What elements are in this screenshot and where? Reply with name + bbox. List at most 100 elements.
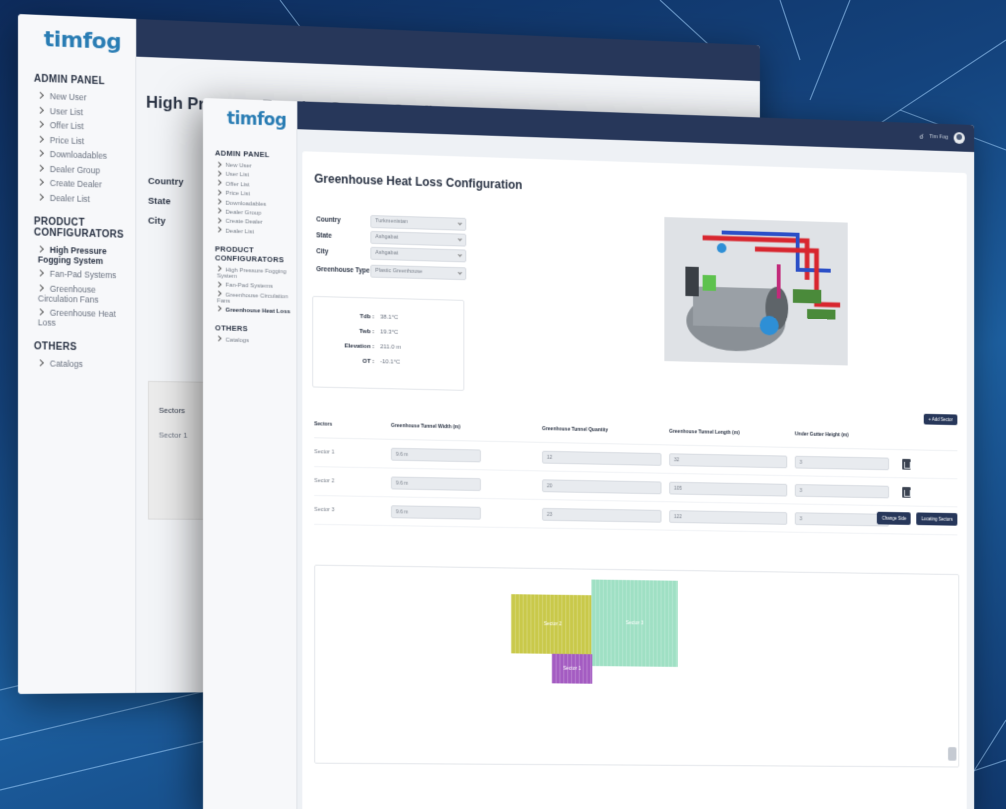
back-nav-heat-loss[interactable]: Greenhouse Heat Loss bbox=[36, 307, 126, 329]
city-select[interactable]: Ashgabat bbox=[370, 246, 467, 263]
nav-new-user[interactable]: New User bbox=[216, 161, 290, 170]
back-admin-panel-title: ADMIN PANEL bbox=[33, 73, 105, 88]
greenhouse-type-label: Greenhouse Type bbox=[316, 265, 370, 275]
sector-1-block[interactable]: Sector 1 bbox=[551, 653, 593, 684]
avatar[interactable] bbox=[953, 132, 965, 145]
chevron-right-icon bbox=[216, 336, 222, 342]
nav-catalogs[interactable]: Catalogs bbox=[216, 336, 290, 345]
tunnel-width-select[interactable]: 9.6 m bbox=[390, 504, 481, 520]
gutter-height-input[interactable]: 3 bbox=[794, 455, 890, 470]
tunnel-quantity-input[interactable]: 12 bbox=[542, 450, 662, 466]
nav-heat-loss[interactable]: Greenhouse Heat Loss bbox=[216, 306, 290, 315]
col-gutter-height: Under Gutter Height (m) bbox=[794, 430, 849, 438]
chevron-right-icon bbox=[36, 308, 44, 316]
tunnel-width-select[interactable]: 9.6 m bbox=[390, 447, 481, 462]
nav-label: Dealer Group bbox=[49, 163, 101, 175]
block-label: Sector 3 bbox=[625, 620, 644, 627]
chevron-right-icon bbox=[36, 149, 44, 157]
tunnel-quantity-input[interactable]: 20 bbox=[542, 478, 662, 494]
state-select[interactable]: Ashgabat bbox=[370, 230, 467, 247]
nav-dealer-list[interactable]: Dealer List bbox=[216, 226, 290, 236]
page-title: Greenhouse Heat Loss Configuration bbox=[314, 171, 523, 193]
topbar-user-area: ☌ Tim Fog bbox=[919, 131, 965, 145]
back-nav-circulation-fans[interactable]: Greenhouse Circulation Fans bbox=[36, 283, 126, 305]
chevron-right-icon bbox=[216, 161, 222, 167]
back-nav-dealer-list[interactable]: Dealer List bbox=[36, 192, 126, 204]
greenhouse-type-value: Plastic Greenhouse bbox=[375, 267, 423, 276]
back-nav-fan-pad[interactable]: Fan-Pad Systems bbox=[36, 268, 126, 280]
boiler-system-image bbox=[664, 217, 848, 366]
front-brand-logo: timfog bbox=[226, 108, 287, 131]
nav-user-list[interactable]: User List bbox=[216, 170, 290, 180]
chevron-right-icon bbox=[36, 106, 44, 114]
delete-row-trash-icon[interactable] bbox=[902, 486, 911, 498]
nav-create-dealer[interactable]: Create Dealer bbox=[216, 217, 290, 227]
country-row: Country Turkmenistan bbox=[316, 213, 467, 231]
back-nav-user-list[interactable]: User List bbox=[36, 105, 126, 118]
nav-downloadables[interactable]: Downloadables bbox=[216, 198, 290, 208]
greenhouse-type-select[interactable]: Plastic Greenhouse bbox=[370, 264, 467, 281]
country-select[interactable]: Turkmenistan bbox=[370, 215, 467, 231]
chevron-down-icon bbox=[457, 221, 463, 226]
back-nav-high-pressure[interactable]: High Pressure Fogging System bbox=[36, 244, 126, 266]
nav-high-pressure[interactable]: High Pressure Fogging System bbox=[216, 265, 290, 281]
sector-name: Sector 1 bbox=[314, 449, 335, 456]
tunnel-quantity-input[interactable]: 23 bbox=[542, 507, 662, 523]
back-product-configurators-title: PRODUCT CONFIGURATORS bbox=[33, 215, 124, 241]
elevation-row: Elevation : 211.0 m bbox=[313, 343, 463, 353]
change-side-button[interactable]: Change Side bbox=[877, 511, 912, 525]
back-nav-downloadables[interactable]: Downloadables bbox=[36, 149, 126, 162]
chevron-right-icon bbox=[216, 265, 222, 271]
user-menu-name[interactable]: Tim Fog bbox=[929, 134, 948, 140]
state-label: State bbox=[316, 231, 332, 240]
chevron-right-icon bbox=[216, 290, 222, 296]
back-nav-offer-list[interactable]: Offer List bbox=[36, 120, 126, 133]
tunnel-width-select[interactable]: 9.6 m bbox=[390, 476, 481, 491]
tunnel-length-input[interactable]: 105 bbox=[669, 481, 788, 497]
nav-label: Price List bbox=[225, 190, 250, 198]
back-nav-create-dealer[interactable]: Create Dealer bbox=[36, 178, 126, 191]
back-state-label: State bbox=[147, 195, 171, 208]
nav-label: Offer List bbox=[49, 120, 84, 132]
tunnel-length-input[interactable]: 32 bbox=[669, 452, 788, 468]
chevron-right-icon bbox=[216, 170, 222, 176]
back-nav-dealer-group[interactable]: Dealer Group bbox=[36, 163, 126, 176]
nav-circulation-fans[interactable]: Greenhouse Circulation Fans bbox=[216, 290, 290, 306]
nav-dealer-group[interactable]: Dealer Group bbox=[216, 208, 290, 217]
nav-offer-list[interactable]: Offer List bbox=[216, 180, 290, 189]
nav-fan-pad[interactable]: Fan-Pad Systems bbox=[216, 281, 290, 291]
locating-sectors-button[interactable]: Locating Sectors bbox=[916, 512, 958, 526]
chevron-right-icon bbox=[36, 120, 44, 128]
elevation-label: Elevation : bbox=[344, 343, 375, 351]
ot-row: OT : -10.1°C bbox=[313, 358, 463, 368]
state-row: State Ashgabat bbox=[316, 229, 467, 247]
back-nav-new-user[interactable]: New User bbox=[36, 91, 126, 104]
gutter-height-input[interactable]: 3 bbox=[794, 511, 890, 527]
back-sectors-header: Sectors bbox=[158, 405, 186, 416]
block-label: Sector 2 bbox=[543, 621, 562, 628]
sectors-table: + Add Sector Sectors Greenhouse Tunnel W… bbox=[314, 410, 958, 536]
sector-2-block[interactable]: Sector 2 bbox=[511, 594, 595, 655]
nav-label: Greenhouse Circulation Fans bbox=[216, 292, 289, 305]
delete-row-trash-icon[interactable] bbox=[902, 458, 911, 470]
notification-bell-icon[interactable]: ☌ bbox=[919, 133, 923, 141]
climate-info-card: Tdb : 38.1°C Twb : 19.3°C Elevation : 211.0… bbox=[312, 295, 465, 391]
chevron-right-icon bbox=[216, 306, 222, 312]
sector-3-block[interactable]: Sector 3 bbox=[591, 579, 678, 667]
chevron-down-icon bbox=[457, 236, 463, 242]
chevron-right-icon bbox=[216, 180, 222, 185]
tdb-row: Tdb : 38.1°C bbox=[313, 313, 463, 323]
back-nav-price-list[interactable]: Price List bbox=[36, 134, 126, 147]
col-tunnel-width: Greenhouse Tunnel Width (m) bbox=[390, 422, 461, 430]
layout-scrollbar-thumb[interactable] bbox=[948, 747, 957, 761]
nav-label: User List bbox=[49, 105, 83, 117]
nav-label: Dealer Group bbox=[225, 209, 262, 217]
tunnel-length-input[interactable]: 122 bbox=[669, 509, 788, 525]
tdb-label: Tdb : bbox=[359, 314, 375, 321]
chevron-right-icon bbox=[36, 245, 44, 253]
back-nav-catalogs[interactable]: Catalogs bbox=[36, 358, 126, 369]
add-sector-button[interactable]: + Add Sector bbox=[923, 413, 958, 426]
nav-price-list[interactable]: Price List bbox=[216, 189, 290, 199]
elevation-value: 211.0 m bbox=[380, 344, 402, 351]
gutter-height-input[interactable]: 3 bbox=[794, 483, 890, 498]
